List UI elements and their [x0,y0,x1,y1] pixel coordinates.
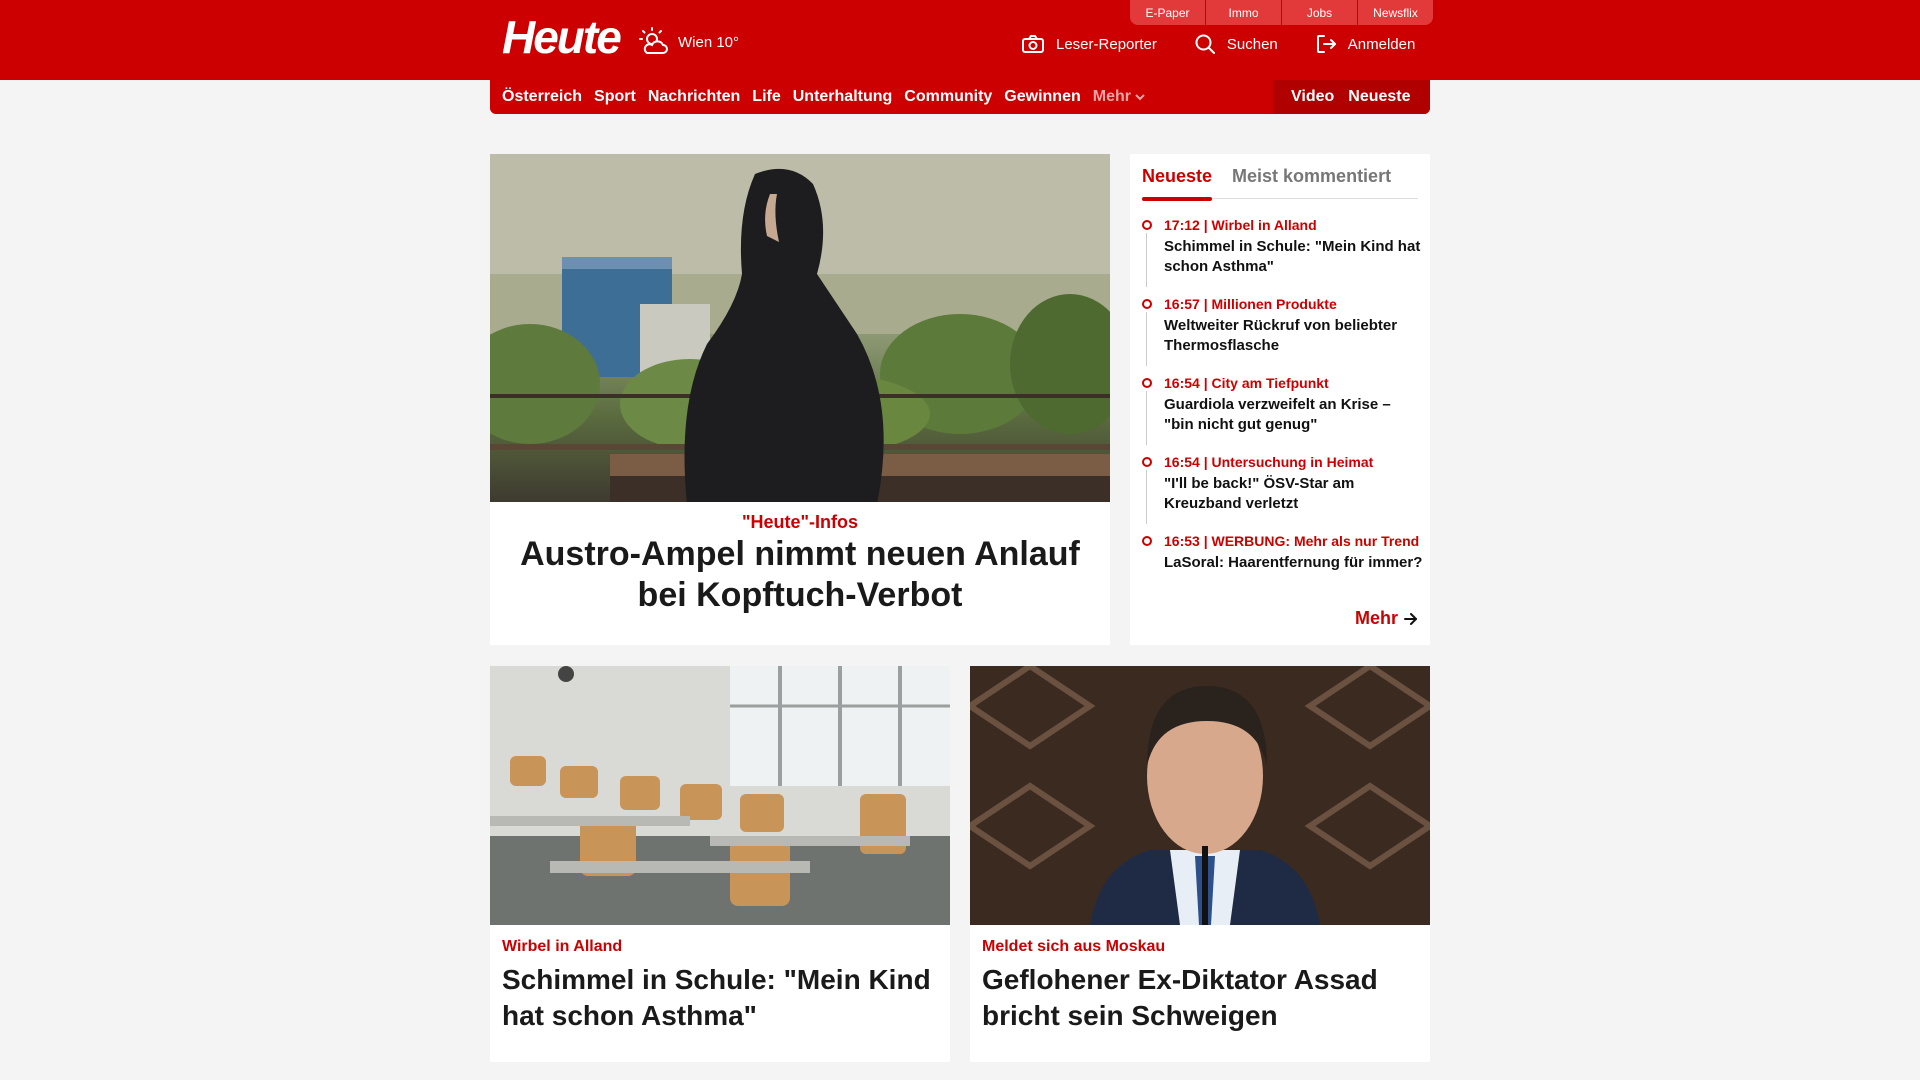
timeline-dot-icon [1142,457,1152,467]
timeline-line [1146,391,1147,445]
card-category: Wirbel in Alland [502,938,623,955]
more-link[interactable]: Mehr [1355,608,1418,629]
feed-title[interactable]: Weltweiter Rückruf von beliebter Thermos… [1164,316,1424,356]
search-icon [1195,34,1215,54]
timeline-line [1146,470,1147,524]
feed-title[interactable]: "I'll be back!" ÖSV-Star am Kreuzband ve… [1164,474,1424,514]
search-label: Suchen [1226,35,1278,53]
login-button[interactable]: Anmelden [1316,34,1416,54]
nav-item-sport[interactable]: Sport [594,88,636,106]
main-nav: Österreich Sport Nachrichten Life Unterh… [490,80,1430,114]
util-tab-immo[interactable]: Immo [1206,0,1281,25]
site-logo[interactable]: Heute [502,14,622,60]
util-tab-jobs[interactable]: Jobs [1282,0,1357,25]
nav-right-group: Video Neueste [1273,80,1430,114]
hero-article[interactable]: "Heute"-Infos Austro-Ampel nimmt neuen A… [490,154,1110,645]
sidebar-tabs: Neueste Meist kommentiert [1142,154,1418,201]
card-category: Meldet sich aus Moskau [982,938,1166,955]
header-actions: Leser-Reporter Suchen Anmelden [1022,34,1415,54]
nav-item-more[interactable]: Mehr [1093,88,1145,106]
list-item[interactable]: 16:54 | Untersuchung in Heimat "I'll be … [1142,453,1424,532]
nav-item-nachrichten[interactable]: Nachrichten [648,88,740,106]
feed-meta: 17:12 | Wirbel in Alland [1164,217,1317,233]
login-label: Anmelden [1347,35,1416,53]
feed-meta: 16:53 | WERBUNG: Mehr als nur Trend [1164,533,1420,549]
portrait-image [970,666,1430,925]
feed-meta: 16:57 | Millionen Produkte [1164,296,1337,312]
nav-item-oesterreich[interactable]: Österreich [502,88,582,106]
nav-item-unterhaltung[interactable]: Unterhaltung [793,88,893,106]
news-sidebar: Neueste Meist kommentiert 17:12 | Wirbel… [1130,154,1430,645]
list-item[interactable]: 16:57 | Millionen Produkte Weltweiter Rü… [1142,295,1424,374]
leser-reporter-button[interactable]: Leser-Reporter [1022,35,1157,53]
camera-icon [1022,35,1044,53]
timeline-dot-icon [1142,378,1152,388]
util-tab-epaper[interactable]: E-Paper [1130,0,1205,25]
login-icon [1316,35,1336,53]
feed-title[interactable]: Guardiola verzweifelt an Krise – "bin ni… [1164,395,1424,435]
card-title[interactable]: Geflohener Ex-Diktator Assad bricht sein… [982,962,1412,1034]
list-item[interactable]: 17:12 | Wirbel in Alland Schimmel in Sch… [1142,216,1424,295]
nav-item-video[interactable]: Video [1291,88,1334,106]
weather-label: Wien 10° [678,33,740,51]
classroom-image [490,666,950,925]
nav-more-label: Mehr [1092,88,1131,105]
list-item[interactable]: 16:54 | City am Tiefpunkt Guardiola verz… [1142,374,1424,453]
util-tab-newsflix[interactable]: Newsflix [1358,0,1433,25]
nav-item-community[interactable]: Community [904,88,992,106]
timeline-dot-icon [1142,299,1152,309]
nav-item-life[interactable]: Life [752,88,780,106]
feed-title[interactable]: LaSoral: Haarentfernung für immer? [1164,553,1424,573]
search-button[interactable]: Suchen [1195,34,1278,54]
arrow-right-icon [1404,612,1417,625]
list-item[interactable]: 16:53 | WERBUNG: Mehr als nur Trend LaSo… [1142,532,1424,611]
tab-neueste[interactable]: Neueste [1142,154,1213,201]
hero-category: "Heute"-Infos [741,512,859,532]
feed-title[interactable]: Schimmel in Schule: "Mein Kind hat schon… [1164,237,1424,277]
news-feed: 17:12 | Wirbel in Alland Schimmel in Sch… [1142,216,1424,611]
partly-sunny-icon [639,27,668,54]
tab-meist-kommentiert[interactable]: Meist kommentiert [1232,154,1391,199]
nav-item-neueste[interactable]: Neueste [1348,88,1410,106]
weather-widget[interactable]: Wien 10° [638,26,739,58]
hero-image [490,154,1110,502]
article-card-assad[interactable]: Meldet sich aus Moskau Geflohener Ex-Dik… [970,666,1430,1062]
chevron-down-icon [1135,94,1145,101]
top-header: E-Paper Immo Jobs Newsflix Heute Wien 10… [0,0,1920,80]
feed-meta: 16:54 | City am Tiefpunkt [1164,375,1329,391]
hero-title[interactable]: Austro-Ampel nimmt neuen Anlauf bei Kopf… [500,534,1100,616]
article-card-school[interactable]: Wirbel in Alland Schimmel in Schule: "Me… [490,666,950,1062]
timeline-line [1146,312,1147,366]
timeline-dot-icon [1142,536,1152,546]
timeline-line [1146,233,1147,287]
card-title[interactable]: Schimmel in Schule: "Mein Kind hat schon… [502,962,932,1034]
more-link-label: Mehr [1354,608,1398,628]
timeline-dot-icon [1142,220,1152,230]
leser-reporter-label: Leser-Reporter [1056,35,1157,53]
feed-meta: 16:54 | Untersuchung in Heimat [1164,454,1374,470]
nav-item-gewinnen[interactable]: Gewinnen [1004,88,1080,106]
utility-tabs: E-Paper Immo Jobs Newsflix [1130,0,1433,26]
